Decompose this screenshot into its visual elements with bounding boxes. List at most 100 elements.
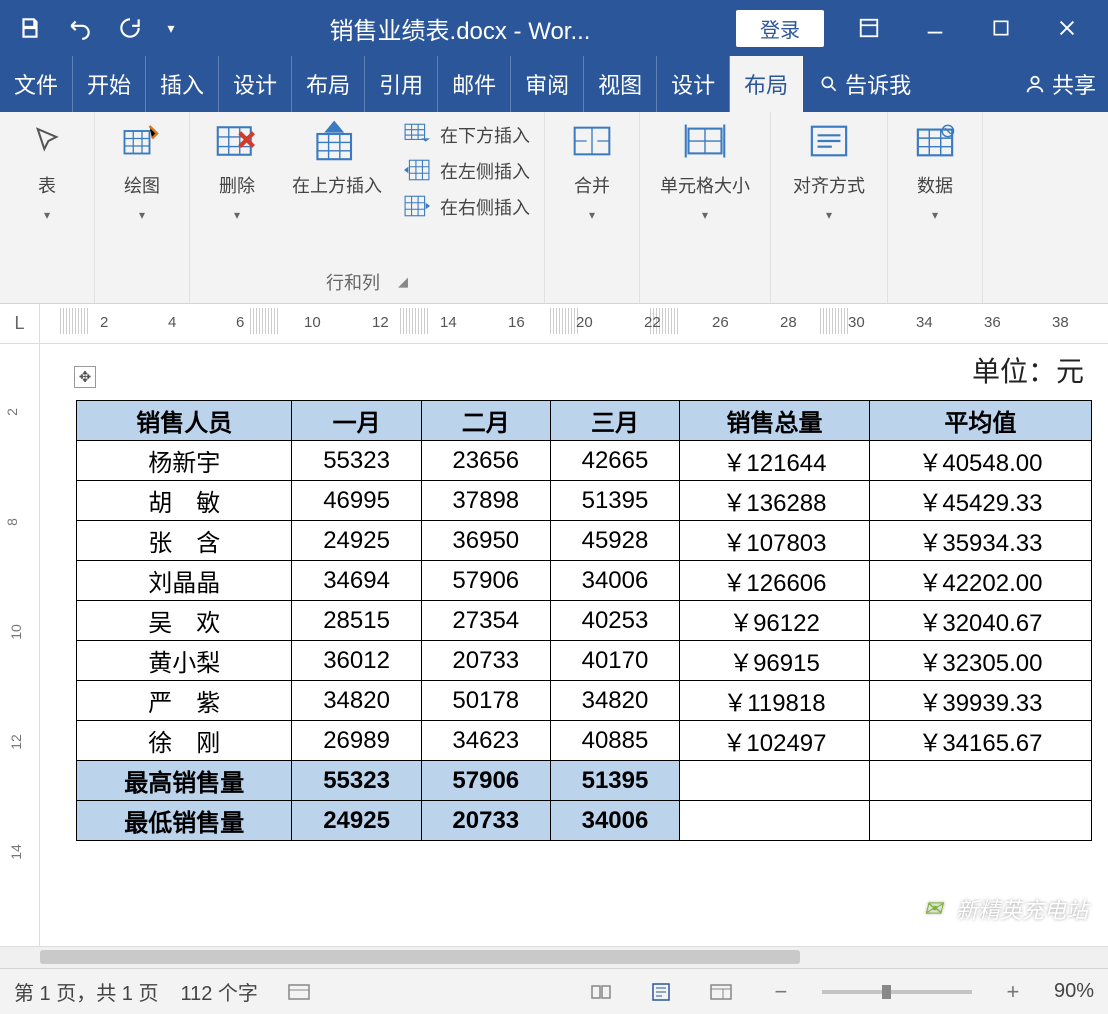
table-cell[interactable]: 57906 <box>421 761 550 801</box>
table-cell[interactable]: 36950 <box>421 521 550 561</box>
table-cell[interactable]: 55323 <box>292 761 421 801</box>
table-cell[interactable]: ￥40548.00 <box>869 441 1091 481</box>
table-cell[interactable]: 36012 <box>292 641 421 681</box>
print-layout-button[interactable] <box>642 978 680 1006</box>
table-cell[interactable] <box>680 801 870 841</box>
table-cell[interactable]: 51395 <box>550 481 679 521</box>
zoom-level[interactable]: 90% <box>1054 980 1094 1003</box>
table-row[interactable]: 黄小梨360122073340170￥96915￥32305.00 <box>77 641 1092 681</box>
table-cell[interactable]: 34820 <box>292 681 421 721</box>
document-canvas[interactable]: ✥ 单位：元 销售人员一月二月三月销售总量平均值 杨新宇553232365642… <box>40 344 1108 946</box>
proofing-icon[interactable] <box>280 978 318 1006</box>
table-cell[interactable]: 40885 <box>550 721 679 761</box>
table-cell[interactable]: 50178 <box>421 681 550 721</box>
qat-customize-button[interactable]: ▾ <box>158 6 184 50</box>
table-cell[interactable] <box>869 761 1091 801</box>
tab-view[interactable]: 视图 <box>584 56 657 112</box>
table-cell[interactable]: 20733 <box>421 641 550 681</box>
tab-references[interactable]: 引用 <box>365 56 438 112</box>
insert-above-button[interactable]: 在上方插入 <box>282 120 392 198</box>
table-cell[interactable]: 51395 <box>550 761 679 801</box>
table-cell[interactable]: 黄小梨 <box>77 641 292 681</box>
draw-table-button[interactable]: 绘图 ▾ <box>105 120 179 222</box>
close-button[interactable] <box>1034 6 1100 50</box>
zoom-slider-thumb[interactable] <box>882 985 891 999</box>
share-button[interactable]: 共享 <box>1012 56 1108 112</box>
read-mode-button[interactable] <box>582 978 620 1006</box>
ruler-corner[interactable]: L <box>0 304 40 344</box>
word-count[interactable]: 112 个字 <box>180 977 257 1006</box>
table-cell[interactable]: 26989 <box>292 721 421 761</box>
tab-insert[interactable]: 插入 <box>146 56 219 112</box>
zoom-slider[interactable] <box>822 990 972 994</box>
sales-table[interactable]: 销售人员一月二月三月销售总量平均值 杨新宇553232365642665￥121… <box>76 400 1092 841</box>
data-button[interactable]: 数据 ▾ <box>898 120 972 222</box>
alignment-button[interactable]: 对齐方式 ▾ <box>781 120 877 222</box>
table-move-handle[interactable]: ✥ <box>74 366 96 388</box>
zoom-in-button[interactable]: + <box>994 978 1032 1006</box>
table-cell[interactable]: ￥45429.33 <box>869 481 1091 521</box>
table-cell[interactable]: ￥126606 <box>680 561 870 601</box>
table-cell[interactable]: 严 紫 <box>77 681 292 721</box>
merge-button[interactable]: 合并 ▾ <box>555 120 629 222</box>
delete-button[interactable]: 删除 ▾ <box>200 120 274 222</box>
tab-design[interactable]: 设计 <box>219 56 292 112</box>
table-cell[interactable]: 37898 <box>421 481 550 521</box>
tab-table-layout[interactable]: 布局 <box>730 56 803 112</box>
maximize-button[interactable] <box>968 6 1034 50</box>
tell-me-search[interactable]: 告诉我 <box>803 56 927 112</box>
table-cell[interactable]: 34820 <box>550 681 679 721</box>
table-cell[interactable]: 27354 <box>421 601 550 641</box>
table-cell[interactable]: ￥34165.67 <box>869 721 1091 761</box>
table-cell[interactable]: ￥102497 <box>680 721 870 761</box>
ribbon-display-options-button[interactable] <box>836 6 902 50</box>
table-header-cell[interactable]: 销售人员 <box>77 401 292 441</box>
table-cell[interactable]: ￥121644 <box>680 441 870 481</box>
save-button[interactable] <box>8 6 52 50</box>
table-cell[interactable]: 胡 敏 <box>77 481 292 521</box>
table-summary-row[interactable]: 最高销售量553235790651395 <box>77 761 1092 801</box>
table-cell[interactable]: ￥35934.33 <box>869 521 1091 561</box>
table-cell[interactable]: 28515 <box>292 601 421 641</box>
table-cell[interactable]: 57906 <box>421 561 550 601</box>
login-button[interactable]: 登录 <box>736 10 824 47</box>
minimize-button[interactable] <box>902 6 968 50</box>
table-cell[interactable]: 45928 <box>550 521 679 561</box>
dialog-launcher-icon[interactable]: ◢ <box>398 274 408 290</box>
table-cell[interactable]: ￥107803 <box>680 521 870 561</box>
table-cell[interactable]: 杨新宇 <box>77 441 292 481</box>
table-cell[interactable]: 张 含 <box>77 521 292 561</box>
table-cell[interactable]: 40170 <box>550 641 679 681</box>
table-cell[interactable]: 最高销售量 <box>77 761 292 801</box>
table-cell[interactable]: 42665 <box>550 441 679 481</box>
zoom-out-button[interactable]: − <box>762 978 800 1006</box>
table-cell[interactable]: ￥39939.33 <box>869 681 1091 721</box>
table-cell[interactable]: 最低销售量 <box>77 801 292 841</box>
table-row[interactable]: 杨新宇553232365642665￥121644￥40548.00 <box>77 441 1092 481</box>
table-cell[interactable]: 吴 欢 <box>77 601 292 641</box>
table-row[interactable]: 刘晶晶346945790634006￥126606￥42202.00 <box>77 561 1092 601</box>
table-summary-row[interactable]: 最低销售量249252073334006 <box>77 801 1092 841</box>
insert-right-button[interactable]: 在右侧插入 <box>400 192 534 222</box>
table-cell[interactable]: 46995 <box>292 481 421 521</box>
table-cell[interactable]: 34694 <box>292 561 421 601</box>
select-table-button[interactable]: 表 ▾ <box>10 120 84 222</box>
table-cell[interactable]: ￥32040.67 <box>869 601 1091 641</box>
table-cell[interactable]: 刘晶晶 <box>77 561 292 601</box>
table-cell[interactable]: 徐 刚 <box>77 721 292 761</box>
insert-left-button[interactable]: 在左侧插入 <box>400 156 534 186</box>
tab-mailings[interactable]: 邮件 <box>438 56 511 112</box>
tab-layout[interactable]: 布局 <box>292 56 365 112</box>
table-header-cell[interactable]: 平均值 <box>869 401 1091 441</box>
cell-size-button[interactable]: 单元格大小 ▾ <box>650 120 760 222</box>
table-cell[interactable]: 40253 <box>550 601 679 641</box>
tab-review[interactable]: 审阅 <box>511 56 584 112</box>
table-cell[interactable]: ￥96915 <box>680 641 870 681</box>
table-row[interactable]: 张 含249253695045928￥107803￥35934.33 <box>77 521 1092 561</box>
tab-home[interactable]: 开始 <box>73 56 146 112</box>
table-cell[interactable]: 23656 <box>421 441 550 481</box>
table-cell[interactable]: ￥119818 <box>680 681 870 721</box>
table-row[interactable]: 严 紫348205017834820￥119818￥39939.33 <box>77 681 1092 721</box>
table-cell[interactable]: ￥32305.00 <box>869 641 1091 681</box>
table-cell[interactable]: 24925 <box>292 801 421 841</box>
